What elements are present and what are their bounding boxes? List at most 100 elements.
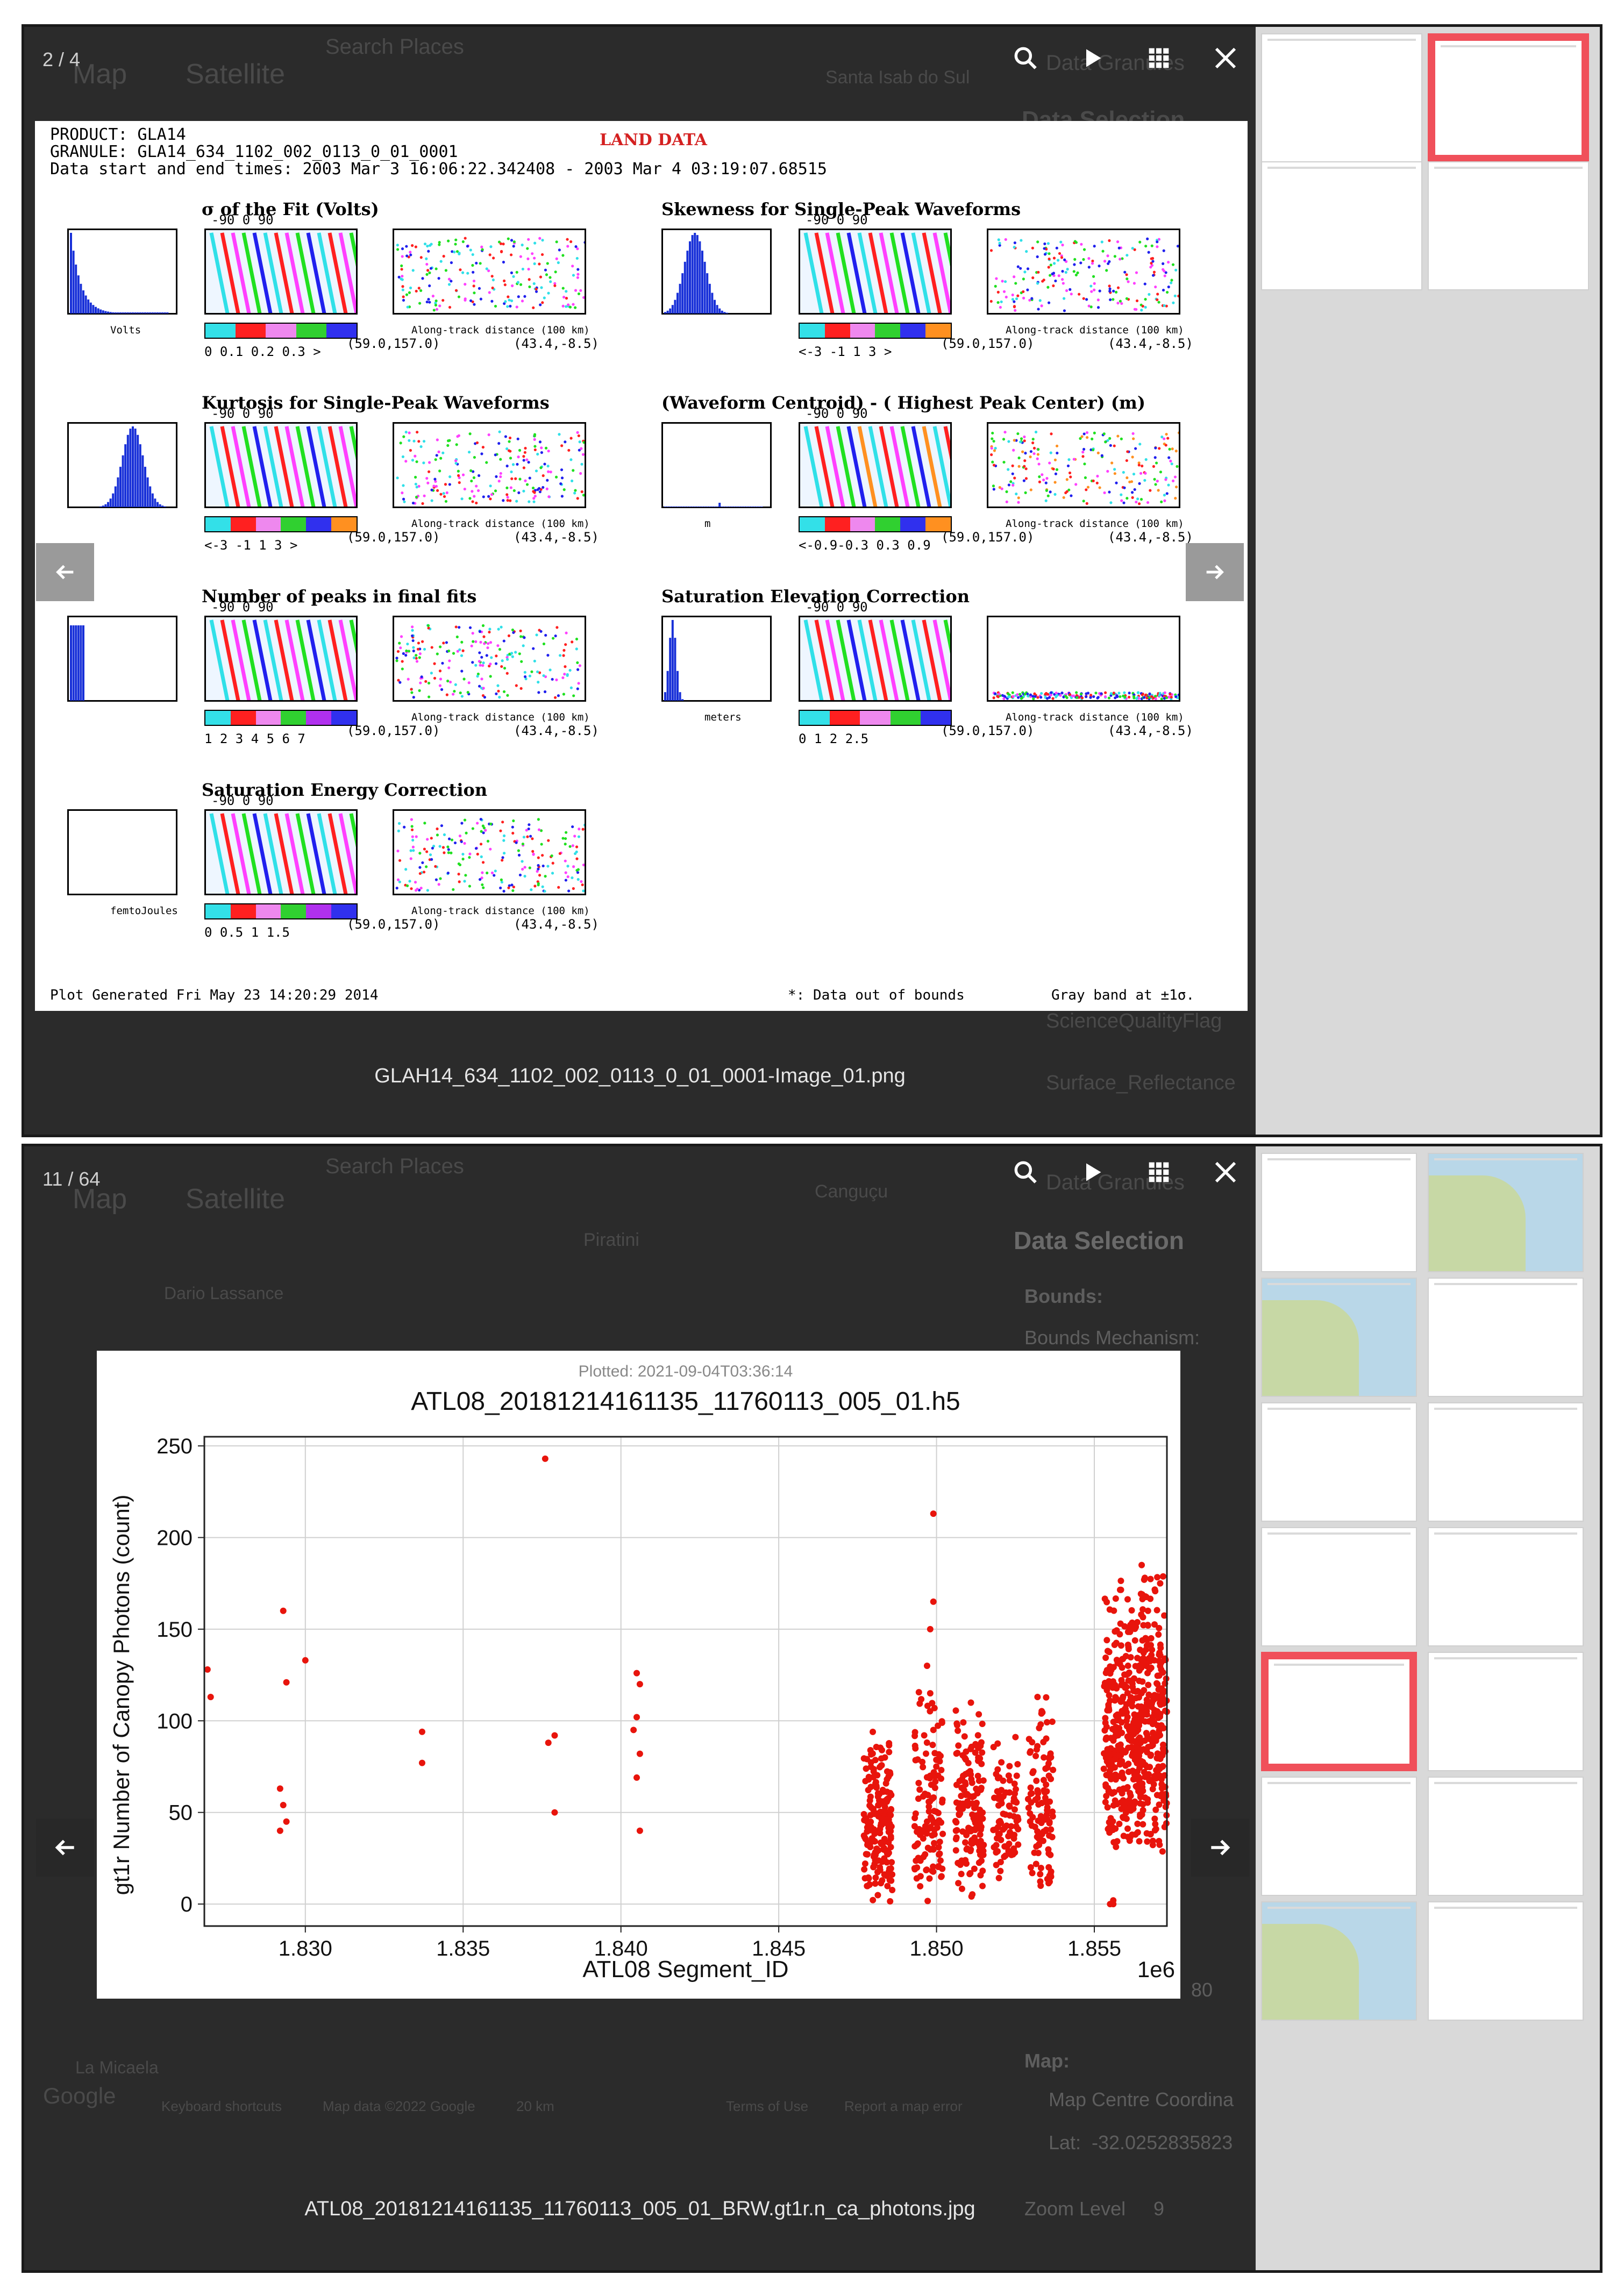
search-places-input[interactable]: Search Places (325, 1154, 464, 1179)
track-point (558, 248, 561, 252)
track-point (1150, 244, 1153, 247)
along-track-label: Along-track distance (100 km) (411, 905, 590, 917)
data-point (1136, 1734, 1143, 1741)
histogram-bar (701, 251, 703, 313)
grid-view-button[interactable] (1139, 1153, 1178, 1192)
track-point (1153, 477, 1156, 481)
track-point (448, 680, 452, 684)
thumbnail[interactable] (1428, 1402, 1584, 1522)
track-point (565, 297, 568, 300)
track-point (528, 500, 531, 503)
thumbnail[interactable] (1428, 1153, 1584, 1272)
data-point (1144, 1670, 1151, 1677)
prev-image-button[interactable] (36, 543, 94, 601)
track-point (508, 440, 511, 443)
track-point (505, 465, 509, 468)
terms-link[interactable]: Terms of Use (726, 2098, 808, 2115)
track-point (516, 437, 519, 440)
thumbnail-strip[interactable] (1256, 27, 1600, 1135)
grid-view-button[interactable] (1139, 39, 1178, 77)
thumbnail[interactable] (1428, 1527, 1584, 1646)
thumbnail[interactable] (1428, 1652, 1584, 1771)
data-point (887, 1828, 894, 1835)
thumbnail[interactable] (1261, 1153, 1417, 1272)
next-image-button[interactable] (1186, 543, 1244, 601)
thumbnail-4[interactable] (1428, 161, 1589, 290)
satellite-tab[interactable]: Satellite (186, 58, 285, 90)
track-point (1014, 309, 1017, 312)
track-point (509, 457, 512, 460)
along-track-scatter (393, 809, 586, 895)
thumbnail-strip[interactable] (1256, 1146, 1600, 2270)
thumbnail[interactable] (1428, 1777, 1584, 1896)
track-point (480, 678, 483, 681)
track-point (511, 655, 514, 658)
zoom-button[interactable] (1006, 39, 1045, 77)
data-point (927, 1814, 934, 1821)
track-point (1135, 271, 1138, 274)
track-point (1098, 265, 1101, 268)
data-point (1126, 1837, 1133, 1844)
thumbnail[interactable] (1261, 1402, 1417, 1522)
data-point (995, 1874, 1002, 1881)
track-point (576, 668, 580, 671)
track-point (1057, 274, 1060, 277)
track-point (428, 461, 431, 464)
data-point (1043, 1694, 1050, 1701)
data-point (1109, 1818, 1116, 1825)
track-point (433, 662, 436, 665)
data-point (1044, 1764, 1051, 1771)
thumbnail[interactable] (1261, 1527, 1417, 1646)
colorbar-swatch (306, 711, 332, 725)
keyboard-shortcuts-link[interactable]: Keyboard shortcuts (161, 2098, 282, 2115)
data-point (1143, 1830, 1150, 1837)
slideshow-button[interactable] (1073, 1153, 1112, 1192)
track-point (511, 825, 514, 829)
data-point (869, 1750, 876, 1757)
close-button[interactable] (1206, 39, 1245, 77)
track-point (485, 267, 488, 270)
thumbnail-2-selected[interactable] (1428, 33, 1589, 162)
track-point (447, 837, 451, 840)
zoom-button[interactable] (1006, 1153, 1045, 1192)
thumbnail-land (1429, 1175, 1526, 1271)
map-tab[interactable]: Map (73, 58, 127, 90)
thumbnail-3[interactable] (1261, 161, 1422, 290)
thumbnail-selected[interactable] (1261, 1652, 1417, 1771)
search-places-input[interactable]: Search Places (325, 35, 464, 59)
data-point (1139, 1801, 1146, 1808)
track-point (533, 438, 536, 441)
thumbnail[interactable] (1428, 1278, 1584, 1397)
thumbnail[interactable] (1428, 1901, 1584, 2021)
thumbnail[interactable] (1261, 1278, 1417, 1397)
data-point (1122, 1805, 1129, 1812)
data-point (1102, 1655, 1109, 1662)
track-point (523, 866, 526, 869)
along-track-scatter (393, 229, 586, 315)
thumbnail-1[interactable] (1261, 33, 1422, 162)
satellite-tab[interactable]: Satellite (186, 1183, 285, 1215)
track-point (1173, 294, 1177, 297)
track-point (1051, 697, 1055, 700)
histogram-bar (159, 312, 161, 313)
data-point (997, 1858, 1004, 1865)
track-point (502, 243, 505, 246)
slideshow-button[interactable] (1073, 39, 1112, 77)
arrow-right-icon (1211, 1839, 1230, 1856)
close-button[interactable] (1206, 1153, 1245, 1192)
prev-image-button[interactable] (36, 1819, 94, 1877)
data-point (972, 1827, 979, 1834)
track-point (402, 295, 405, 298)
thumbnail[interactable] (1261, 1901, 1417, 2021)
track-point (1079, 261, 1082, 265)
colorbar-swatch (306, 904, 332, 918)
track-point (1082, 248, 1086, 251)
data-point (1134, 1687, 1141, 1694)
track-point (1144, 245, 1148, 248)
thumbnail[interactable] (1261, 1777, 1417, 1896)
track-point (1031, 438, 1035, 441)
track-point (564, 665, 567, 668)
track-point (473, 455, 476, 459)
next-image-button[interactable] (1191, 1819, 1249, 1877)
report-error-link[interactable]: Report a map error (844, 2098, 963, 2115)
